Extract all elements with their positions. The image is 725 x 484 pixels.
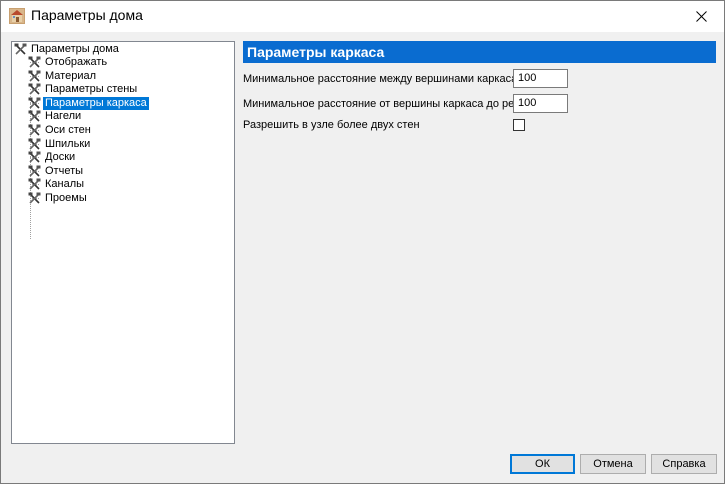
- tree-item-label: Параметры каркаса: [43, 96, 149, 110]
- tree-item[interactable]: Материал: [28, 70, 98, 83]
- cancel-button[interactable]: Отмена: [580, 454, 646, 474]
- tree-item-label: Отображать: [45, 56, 108, 68]
- close-icon: [695, 11, 707, 22]
- tools-icon: [14, 43, 27, 55]
- min-vertex-distance-label: Минимальное расстояние между вершинами к…: [243, 73, 521, 85]
- tools-icon: [28, 83, 41, 95]
- close-button[interactable]: [678, 1, 724, 32]
- allow-multi-wall-node-checkbox[interactable]: [513, 119, 525, 131]
- min-vertex-edge-distance-input[interactable]: 100: [513, 94, 568, 113]
- tree-item[interactable]: Проемы: [28, 192, 89, 205]
- tree-item[interactable]: Доски: [28, 151, 77, 164]
- settings-tree[interactable]: Параметры дома Отображать Материал Парамет…: [11, 41, 235, 444]
- tree-item[interactable]: Оси стен: [28, 124, 93, 137]
- tree-item-label: Отчеты: [45, 164, 84, 177]
- tools-icon: [28, 138, 41, 150]
- tree-item[interactable]: Отображать: [28, 56, 109, 69]
- tree-item-label: Нагели: [45, 110, 82, 123]
- tools-icon: [28, 151, 41, 163]
- tree-item[interactable]: Параметры каркаса: [28, 96, 149, 110]
- tree-item-label: Проемы: [45, 192, 87, 204]
- tools-icon: [28, 192, 41, 204]
- tools-icon: [28, 124, 41, 136]
- min-vertex-edge-distance-label: Минимальное расстояние от вершины каркас…: [243, 98, 536, 110]
- tree-item-label: Оси стен: [45, 124, 91, 136]
- tree-item-label: Доски: [45, 151, 76, 164]
- tree-item-label: Параметры стены: [45, 83, 138, 96]
- tree-root[interactable]: Параметры дома: [14, 43, 121, 56]
- dialog-window: Параметры дома Параметры дома Отображать…: [0, 0, 725, 484]
- allow-multi-wall-node-label: Разрешить в узле более двух стен: [243, 119, 420, 131]
- tree-root-label: Параметры дома: [31, 43, 119, 55]
- tree-item[interactable]: Нагели: [28, 110, 83, 123]
- tools-icon: [28, 178, 41, 190]
- tree-item[interactable]: Отчеты: [28, 165, 85, 178]
- tree-item[interactable]: Шпильки: [28, 138, 92, 151]
- tree-item-label: Шпильки: [45, 137, 91, 150]
- tree-item[interactable]: Параметры стены: [28, 83, 139, 96]
- house-app-icon: [9, 8, 25, 24]
- tools-icon: [28, 97, 41, 109]
- tree-item-label: Каналы: [45, 178, 85, 191]
- tools-icon: [28, 56, 41, 68]
- tree-item-label: Материал: [45, 69, 96, 82]
- section-header: Параметры каркаса: [243, 41, 716, 63]
- tools-icon: [28, 165, 41, 177]
- title-bar[interactable]: Параметры дома: [1, 1, 724, 32]
- tools-icon: [28, 70, 41, 82]
- tree-item[interactable]: Каналы: [28, 178, 86, 191]
- tools-icon: [28, 110, 41, 122]
- window-title: Параметры дома: [31, 7, 143, 23]
- help-button[interactable]: Справка: [651, 454, 717, 474]
- min-vertex-distance-input[interactable]: 100: [513, 69, 568, 88]
- ok-button[interactable]: ОК: [510, 454, 575, 474]
